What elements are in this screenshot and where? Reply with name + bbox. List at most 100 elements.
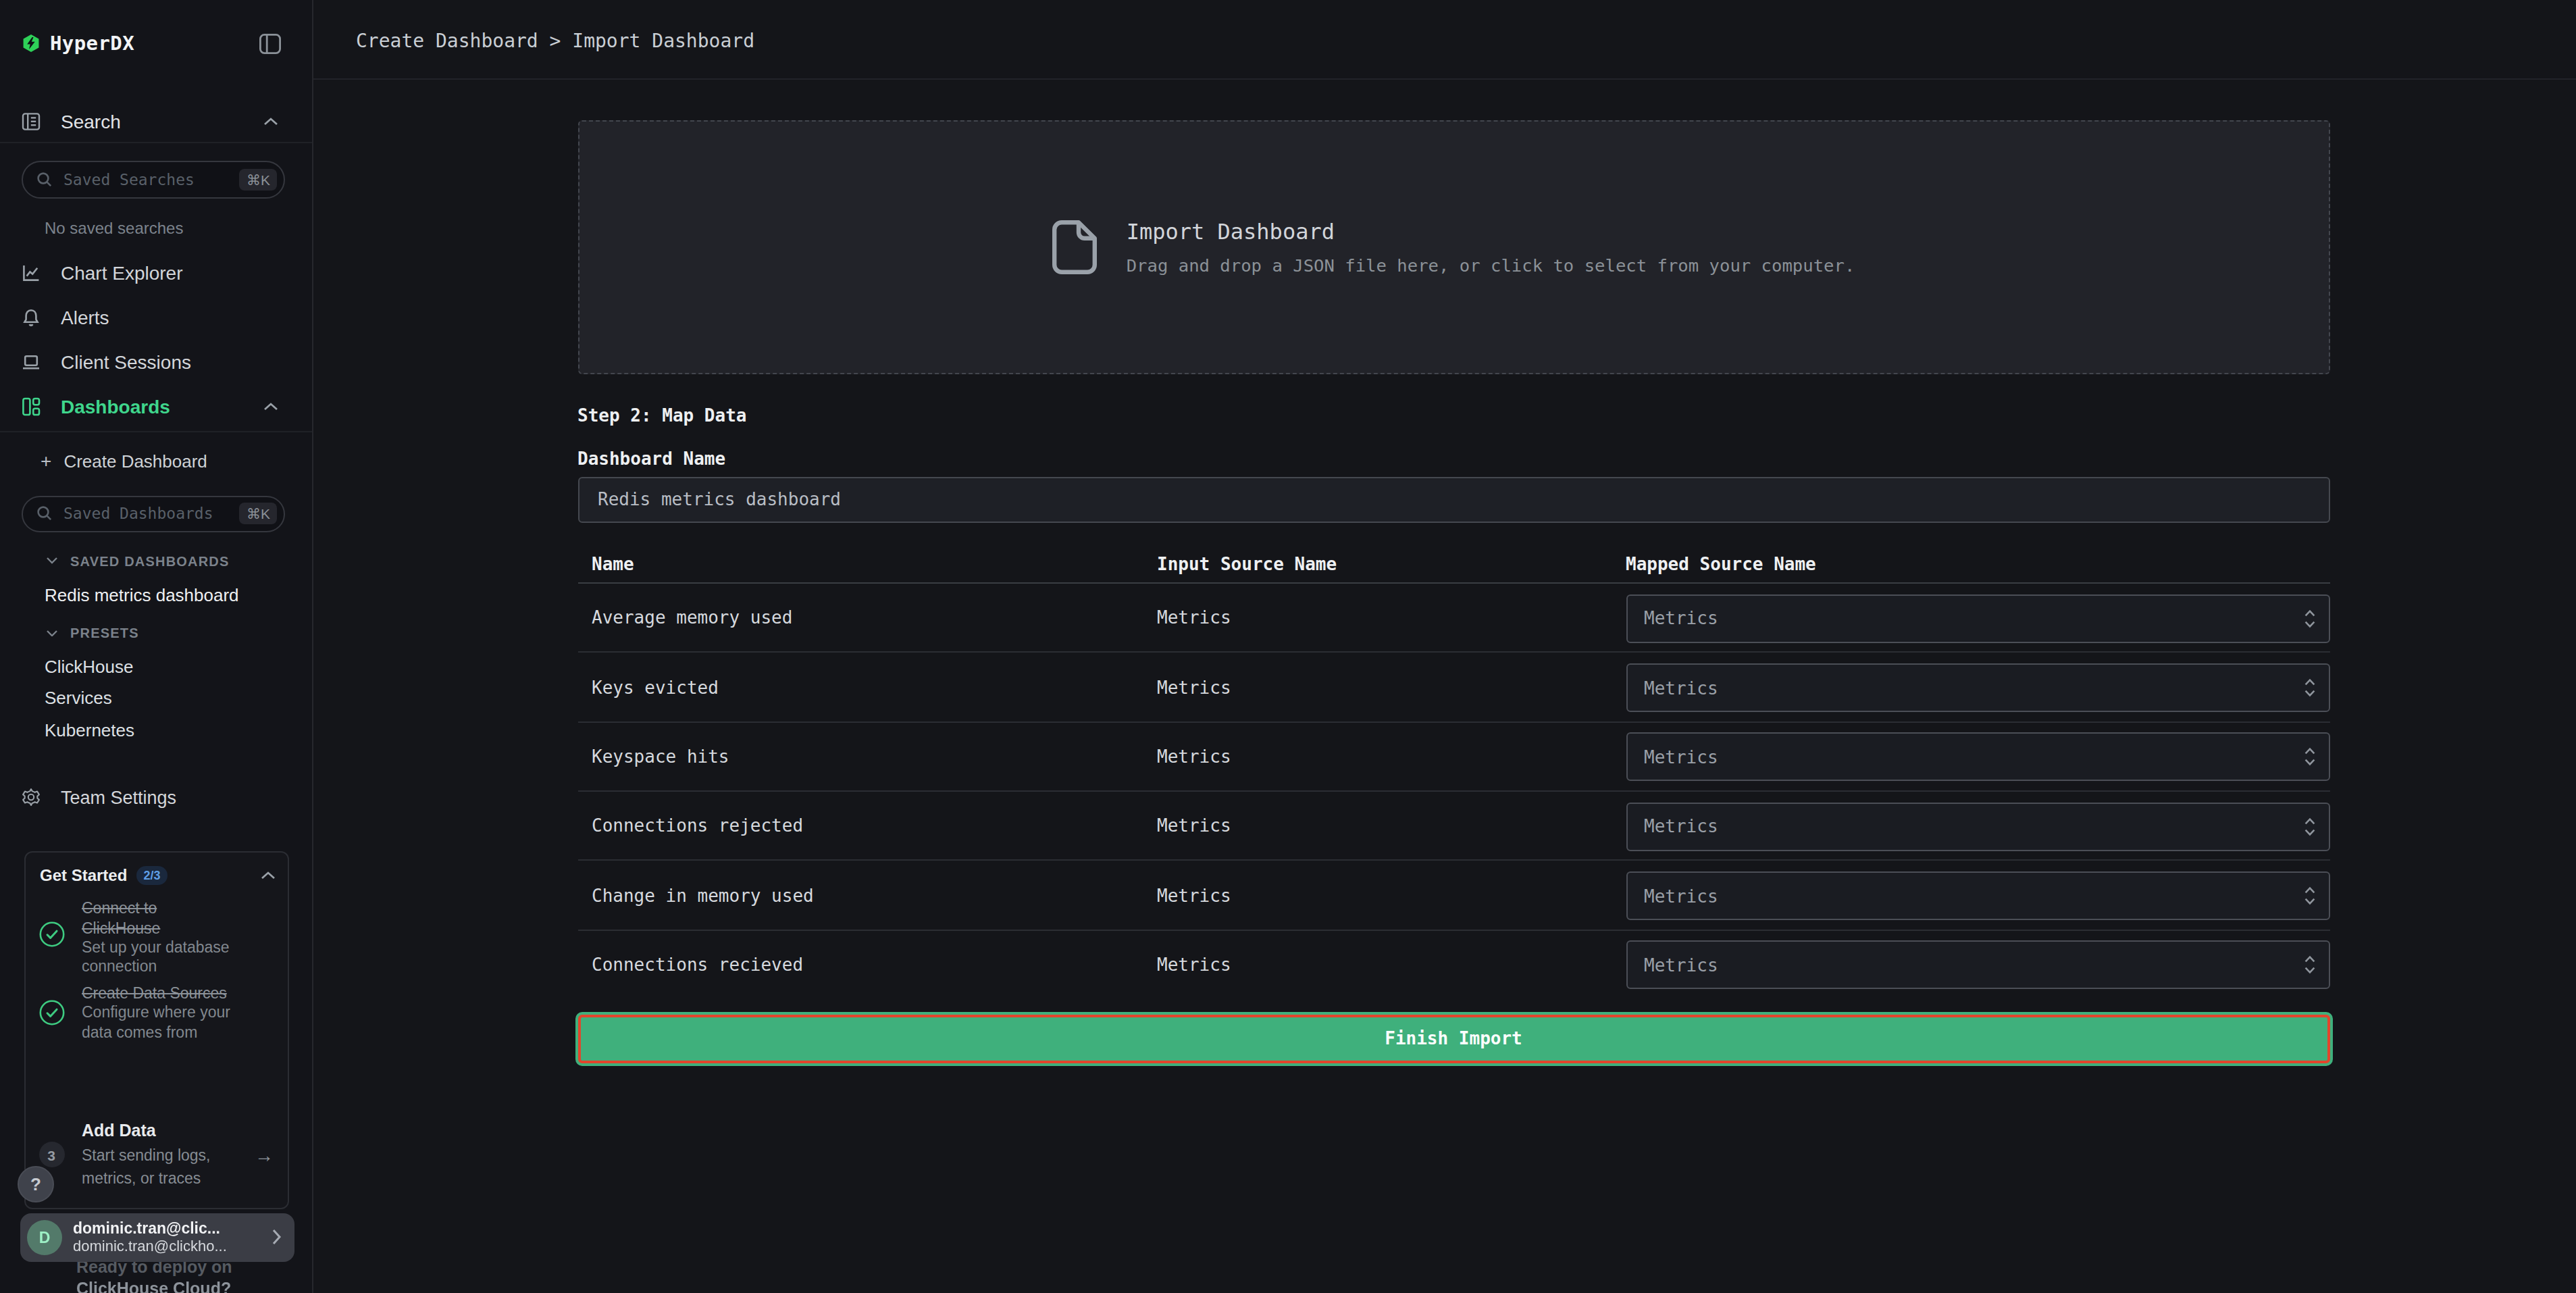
dashboard-name-label: Dashboard Name: [577, 448, 2329, 465]
table-row: Keyspace hits Metrics Metrics: [577, 722, 2329, 792]
bell-icon: [22, 307, 41, 326]
preset-item[interactable]: Services: [45, 688, 112, 709]
breadcrumb: Create Dashboard > Import Dashboard: [356, 30, 754, 51]
chevron-up-icon: [263, 118, 278, 126]
dropzone-title: Import Dashboard: [1127, 219, 1855, 245]
saved-searches-input[interactable]: Saved Searches ⌘K: [22, 161, 285, 198]
mapped-source-select[interactable]: Metrics: [1626, 663, 2329, 712]
collapse-sidebar-icon[interactable]: [259, 33, 281, 53]
breadcrumb-bar: Create Dashboard > Import Dashboard: [313, 0, 2576, 80]
dashboard-name-input[interactable]: [577, 477, 2329, 522]
user-profile-button[interactable]: D dominic.tran@clic... dominic.tran@clic…: [20, 1213, 294, 1262]
divider: [0, 430, 312, 432]
chevron-right-icon: [272, 1229, 282, 1246]
avatar: D: [27, 1220, 62, 1255]
sidebar-item-alerts[interactable]: Alerts: [22, 295, 278, 339]
saved-dashboard-item[interactable]: Redis metrics dashboard: [45, 584, 239, 605]
nav-label: Dashboards: [61, 395, 170, 417]
row-name: Average memory used: [592, 607, 792, 628]
hyperdx-logo-icon: [22, 34, 41, 53]
search-icon: [36, 506, 53, 522]
row-name: Keys evicted: [592, 677, 719, 697]
dashboards-icon: [22, 397, 41, 415]
sidebar-item-team-settings[interactable]: Team Settings: [22, 781, 296, 813]
progress-badge: 2/3: [136, 866, 167, 885]
get-started-title: Get Started: [40, 866, 127, 885]
finish-import-button[interactable]: Finish Import: [577, 1014, 2329, 1063]
selected-value: Metrics: [1644, 678, 1718, 698]
search-section-icon: [22, 112, 41, 131]
get-started-header[interactable]: Get Started 2/3: [40, 866, 275, 885]
mapped-source-select[interactable]: Metrics: [1626, 871, 2329, 920]
saved-dashboards-group[interactable]: SAVED DASHBOARDS: [46, 551, 230, 570]
row-name: Keyspace hits: [592, 746, 729, 767]
row-input-source: Metrics: [1157, 677, 1231, 697]
app-title: HyperDX: [50, 32, 134, 54]
laptop-icon: [22, 352, 41, 371]
saved-dashboards-input[interactable]: Saved Dashboards ⌘K: [22, 495, 285, 532]
selected-value: Metrics: [1644, 955, 1718, 975]
sidebar-item-search[interactable]: Search: [22, 105, 278, 138]
profile-email: dominic.tran@clickho...: [73, 1238, 227, 1255]
table-header: Name Input Source Name Mapped Source Nam…: [577, 522, 2329, 584]
selected-value: Metrics: [1644, 608, 1718, 628]
sidebar: HyperDX Search Saved Searches ⌘K No save…: [0, 0, 313, 1293]
preset-item[interactable]: Kubernetes: [45, 720, 134, 740]
sidebar-item-chart-explorer[interactable]: Chart Explorer: [22, 250, 278, 295]
get-started-card: Get Started 2/3 Connect to ClickHouse Se…: [24, 851, 288, 1209]
divider: [0, 142, 312, 143]
nav-label: Chart Explorer: [61, 261, 183, 283]
mapped-source-select[interactable]: Metrics: [1626, 594, 2329, 642]
chevron-down-icon: [46, 557, 58, 565]
shortcut-badge: ⌘K: [240, 169, 277, 191]
row-input-source: Metrics: [1157, 815, 1231, 836]
team-settings-label: Team Settings: [61, 787, 176, 807]
main-area: Create Dashboard > Import Dashboard Impo…: [313, 0, 2576, 1293]
table-row: Keys evicted Metrics Metrics: [577, 653, 2329, 723]
import-dashboard-content: Import Dashboard Drag and drop a JSON fi…: [577, 120, 2329, 1063]
chevron-up-icon: [260, 871, 275, 880]
mapped-source-select[interactable]: Metrics: [1626, 802, 2329, 851]
sidebar-item-dashboards[interactable]: Dashboards: [22, 384, 278, 428]
chevron-up-down-icon: [2302, 676, 2316, 699]
row-name: Change in memory used: [592, 885, 814, 905]
saved-searches-placeholder: Saved Searches: [63, 170, 240, 189]
sidebar-item-client-sessions[interactable]: Client Sessions: [22, 339, 278, 384]
selected-value: Metrics: [1644, 747, 1718, 767]
arrow-right-icon[interactable]: →: [255, 1144, 274, 1165]
profile-name: dominic.tran@clic...: [73, 1220, 227, 1238]
presets-group[interactable]: PRESETS: [46, 624, 139, 642]
get-started-step-1[interactable]: Connect to ClickHouse Set up your databa…: [82, 899, 260, 976]
column-header-mapped-source: Mapped Source Name: [1626, 554, 1816, 574]
table-row: Average memory used Metrics Metrics: [577, 584, 2329, 653]
help-button[interactable]: ?: [18, 1165, 54, 1202]
mapped-source-select[interactable]: Metrics: [1626, 941, 2329, 990]
create-dashboard-button[interactable]: + Create Dashboard: [41, 446, 207, 476]
chevron-up-down-icon: [2302, 954, 2316, 977]
table-row: Connections rejected Metrics Metrics: [577, 792, 2329, 861]
chevron-up-down-icon: [2302, 884, 2316, 907]
plus-icon: +: [41, 450, 51, 472]
saved-dashboards-placeholder: Saved Dashboards: [63, 505, 240, 524]
table-row: Change in memory used Metrics Metrics: [577, 861, 2329, 931]
search-section-label: Search: [61, 111, 121, 132]
chevron-up-down-icon: [2302, 607, 2316, 630]
row-input-source: Metrics: [1157, 955, 1231, 975]
step-number-badge: 3: [38, 1142, 64, 1168]
chevron-up-down-icon: [2302, 815, 2316, 838]
chevron-down-icon: [46, 630, 58, 637]
import-dropzone[interactable]: Import Dashboard Drag and drop a JSON fi…: [577, 120, 2329, 374]
mapped-source-select[interactable]: Metrics: [1626, 733, 2329, 782]
selected-value: Metrics: [1644, 816, 1718, 836]
row-input-source: Metrics: [1157, 607, 1231, 628]
check-circle-icon: [38, 1000, 64, 1025]
table-row: Connections recieved Metrics Metrics: [577, 930, 2329, 1000]
get-started-step-2[interactable]: Create Data Sources Configure where your…: [82, 984, 271, 1042]
get-started-step-3[interactable]: Add Data: [82, 1121, 156, 1140]
no-saved-searches-note: No saved searches: [45, 219, 183, 238]
hyperdx-app: HyperDX Search Saved Searches ⌘K No save…: [0, 0, 2576, 1293]
preset-item[interactable]: ClickHouse: [45, 656, 134, 676]
chevron-up-icon: [263, 402, 278, 410]
step-title: Step 2: Map Data: [577, 405, 2329, 424]
search-icon: [36, 172, 53, 188]
